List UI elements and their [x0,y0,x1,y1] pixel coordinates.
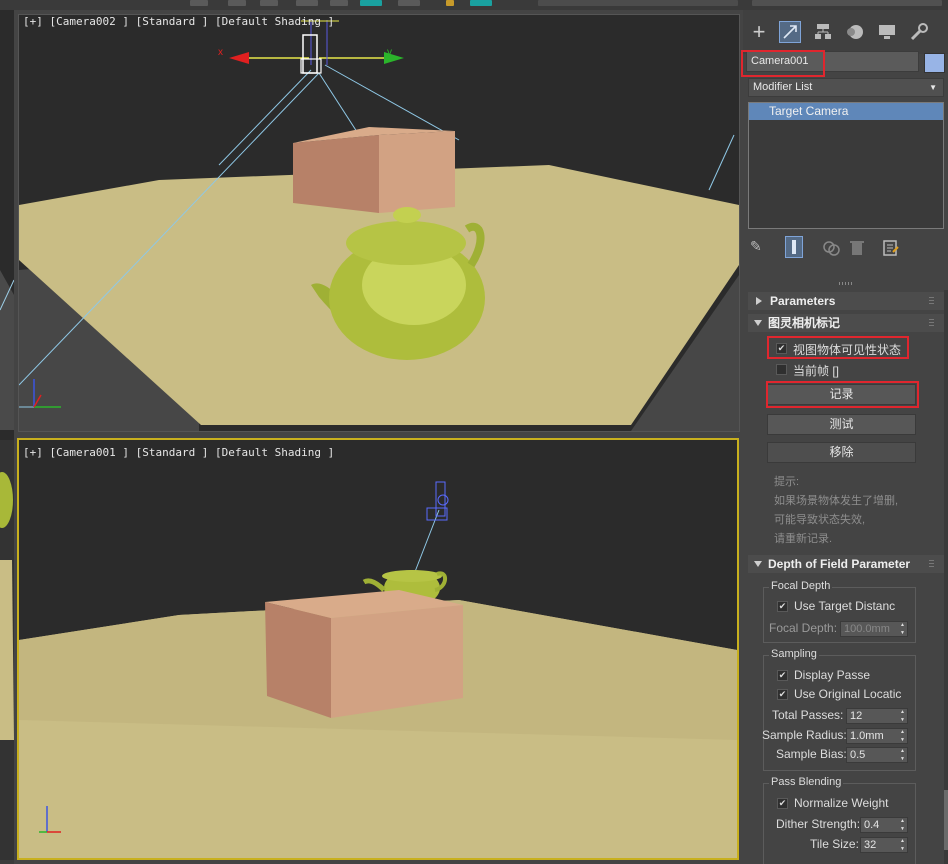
chevron-down-icon: ▼ [929,83,937,92]
toolbar-button[interactable] [260,0,278,6]
sample-bias-label: Sample Bias: [776,747,847,761]
total-passes-spinner[interactable]: 12 [846,708,908,724]
viewport-camera002[interactable]: x y [+] [Camera002 ] [Standard ] [Defaul… [18,14,740,432]
utilities-tab-icon[interactable] [909,22,929,42]
command-panel: + Camera001 Modifier List ▼ Target Camer… [741,10,948,864]
make-unique-icon[interactable] [821,238,841,258]
toolbar-button[interactable] [296,0,318,6]
hint-line: 请重新记录. [774,533,833,545]
command-panel-tabs: + [743,10,948,54]
rollout-collapsed-icon [756,297,762,305]
highlight-record-button [766,381,919,408]
x-axis-label: x [218,47,223,58]
hint-line: 如果场景物体发生了增删, [774,495,899,507]
current-frame-checkbox[interactable] [776,364,787,375]
display-passes-checkbox[interactable]: ✔ [777,670,788,681]
left-viewport-strip [0,10,14,864]
normalize-weights-checkbox[interactable]: ✔ [777,798,788,809]
modifier-list-dropdown[interactable]: Modifier List ▼ [748,78,944,97]
remove-modifier-icon[interactable] [847,238,867,258]
viewport-label[interactable]: [+] [Camera001 ] [Standard ] [Default Sh… [23,446,334,459]
current-frame-label: 当前帧 [] [793,364,840,378]
pin-stack-icon[interactable]: ✎ [750,238,770,258]
use-original-location-label: Use Original Locatic [794,687,902,701]
y-axis-label: y [387,47,392,58]
sample-radius-spinner[interactable]: 1.0mm [846,728,908,744]
toolbar-button[interactable] [360,0,382,6]
modifier-list-label: Modifier List [753,81,813,93]
create-tab-icon[interactable]: + [749,21,769,43]
test-button[interactable]: 测试 [767,414,916,435]
rollout-title: 图灵相机标记 [768,316,841,330]
viewport-scene [19,20,739,431]
highlight-object-name [741,50,825,77]
motion-tab-icon[interactable] [845,22,865,42]
focal-depth-group: Focal Depth ✔ Use Target Distanc Focal D… [763,580,916,643]
main-toolbar [0,0,948,10]
tile-size-spinner[interactable]: 32 [860,837,908,853]
viewport-label[interactable]: [+] [Camera002 ] [Standard ] [Default Sh… [23,15,334,28]
toolbar-button[interactable] [330,0,348,6]
toolbar-button[interactable] [228,0,246,6]
toolbar-button[interactable] [470,0,492,6]
box-object[interactable] [293,135,379,213]
rollout-expanded-icon [754,561,762,567]
viewport-scene [19,481,737,858]
rollout-depth-of-field[interactable]: Depth of Field Parameter [748,555,944,573]
rollout-parameters[interactable]: Parameters [748,292,944,310]
normalize-weights-label: Normalize Weight [794,796,889,810]
rollout-snapshot[interactable]: 图灵相机标记 [748,314,944,332]
sample-radius-label: Sample Radius: [762,728,847,742]
group-title: Sampling [769,648,819,660]
toolbar-button[interactable] [190,0,208,6]
rollout-grip [929,319,934,327]
dither-strength-spinner[interactable]: 0.4 [860,817,908,833]
modify-tab-icon[interactable] [779,21,801,43]
total-passes-label: Total Passes: [772,708,844,722]
rollout-grip [929,297,934,305]
rollout-title: Depth of Field Parameter [768,557,911,571]
dither-strength-label: Dither Strength: [776,817,861,831]
object-color-swatch[interactable] [924,53,945,73]
rollout-title: Parameters [770,294,836,308]
group-title: Focal Depth [769,580,833,592]
panel-scrollbar[interactable] [944,290,948,864]
focal-depth-label: Focal Depth: [769,621,838,635]
modifier-stack[interactable]: Target Camera [748,102,944,229]
display-tab-icon[interactable] [877,22,897,42]
focal-depth-spinner[interactable]: 100.0mm [840,621,908,637]
display-passes-label: Display Passe [794,668,871,682]
hint-line: 可能导致状态失效, [774,514,866,526]
group-title: Pass Blending [769,776,844,788]
hint-title: 提示: [774,476,800,488]
pass-blending-group: Pass Blending ✔ Normalize Weight Dither … [763,776,916,864]
use-target-distance-label: Use Target Distanc [794,599,896,613]
rollout-expanded-icon [754,320,762,326]
sample-bias-spinner[interactable]: 0.5 [846,747,908,763]
rollout-grip [929,560,934,568]
scrollbar-thumb[interactable] [944,790,948,850]
tile-size-label: Tile Size: [810,837,859,851]
toolbar-dropdown[interactable] [538,0,738,6]
configure-modifier-sets-icon[interactable] [881,238,901,258]
viewport-camera001[interactable]: [+] [Camera001 ] [Standard ] [Default Sh… [17,438,739,860]
sampling-group: Sampling ✔ Display Passe ✔ Use Original … [762,648,916,771]
hierarchy-tab-icon[interactable] [813,22,833,42]
stack-item-target-camera[interactable]: Target Camera [749,103,943,120]
toolbar-button[interactable] [446,0,454,6]
toolbar-button[interactable] [398,0,420,6]
show-end-result-icon[interactable] [785,236,803,258]
highlight-visibility-checkbox [767,336,909,359]
toolbar-button-group[interactable] [752,0,942,6]
use-original-location-checkbox[interactable]: ✔ [777,689,788,700]
remove-button[interactable]: 移除 [767,442,916,463]
use-target-distance-checkbox[interactable]: ✔ [777,601,788,612]
panel-resize-grip[interactable] [839,282,853,285]
